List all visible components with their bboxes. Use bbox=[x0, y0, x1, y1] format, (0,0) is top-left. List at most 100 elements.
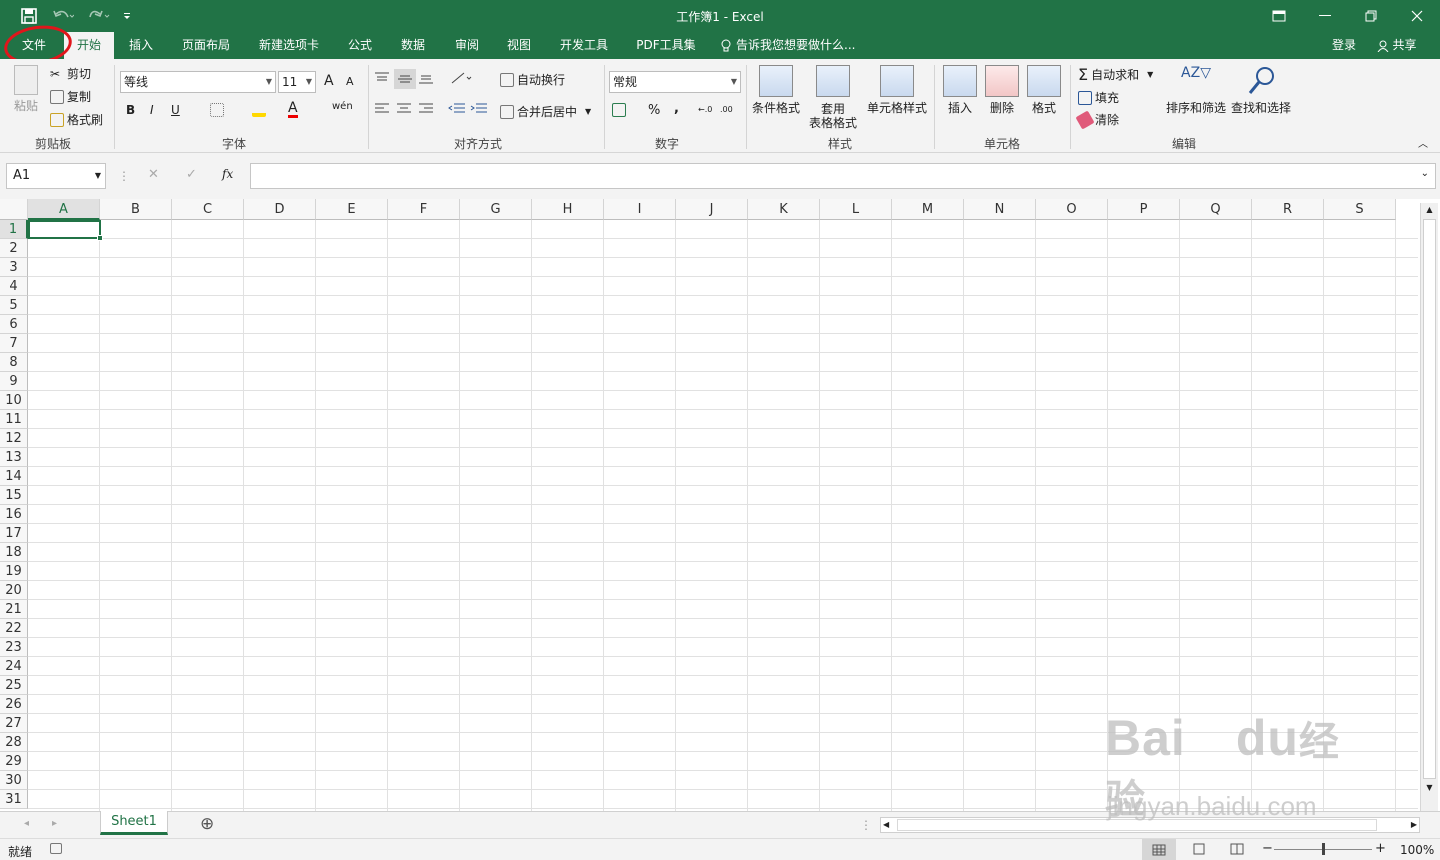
ribbon-display-options-icon[interactable] bbox=[1264, 5, 1294, 27]
row-header-24[interactable]: 24 bbox=[0, 657, 28, 676]
row-header-22[interactable]: 22 bbox=[0, 619, 28, 638]
conditional-format-button[interactable]: 条件格式 bbox=[750, 65, 802, 116]
align-bottom-icon[interactable] bbox=[418, 71, 434, 85]
column-header-p[interactable]: P bbox=[1108, 199, 1180, 220]
row-header-20[interactable]: 20 bbox=[0, 581, 28, 600]
sort-filter-button[interactable]: AZ▽ 排序和筛选 bbox=[1164, 65, 1228, 116]
orientation-icon[interactable] bbox=[450, 71, 472, 85]
format-cells-button[interactable]: 格式 bbox=[1026, 65, 1062, 116]
number-format-combo[interactable]: 常规 ▼ bbox=[609, 71, 741, 93]
column-header-b[interactable]: B bbox=[100, 199, 172, 220]
close-icon[interactable] bbox=[1402, 5, 1432, 27]
format-painter-button[interactable]: 格式刷 bbox=[50, 111, 103, 128]
row-header-15[interactable]: 15 bbox=[0, 486, 28, 505]
column-header-a[interactable]: A bbox=[28, 199, 100, 220]
row-header-21[interactable]: 21 bbox=[0, 600, 28, 619]
tab-developer[interactable]: 开发工具 bbox=[552, 32, 616, 59]
row-header-26[interactable]: 26 bbox=[0, 695, 28, 714]
column-header-n[interactable]: N bbox=[964, 199, 1036, 220]
copy-button[interactable]: 复制 bbox=[50, 88, 91, 105]
row-header-11[interactable]: 11 bbox=[0, 410, 28, 429]
tab-home[interactable]: 开始 bbox=[64, 32, 114, 59]
align-center-icon[interactable] bbox=[396, 103, 412, 115]
font-color-button[interactable]: A bbox=[288, 101, 298, 118]
restore-icon[interactable] bbox=[1356, 5, 1386, 27]
column-header-m[interactable]: M bbox=[892, 199, 964, 220]
decrease-indent-icon[interactable] bbox=[448, 103, 466, 115]
row-header-9[interactable]: 9 bbox=[0, 372, 28, 391]
bold-button[interactable]: B bbox=[126, 103, 135, 117]
paste-button[interactable]: 粘贴 bbox=[8, 65, 44, 114]
italic-button[interactable]: I bbox=[150, 103, 154, 117]
zoom-level[interactable]: 100% bbox=[1400, 843, 1434, 857]
column-header-o[interactable]: O bbox=[1036, 199, 1108, 220]
add-sheet-icon[interactable]: ⊕ bbox=[200, 814, 214, 834]
row-header-7[interactable]: 7 bbox=[0, 334, 28, 353]
cancel-icon[interactable]: ✕ bbox=[148, 167, 159, 182]
next-sheet-icon[interactable]: ▸ bbox=[52, 818, 57, 829]
row-header-10[interactable]: 10 bbox=[0, 391, 28, 410]
normal-view-icon[interactable] bbox=[1142, 839, 1176, 860]
page-layout-view-icon[interactable] bbox=[1192, 843, 1206, 855]
row-header-14[interactable]: 14 bbox=[0, 467, 28, 486]
autosum-button[interactable]: Σ 自动求和 ▼ bbox=[1078, 65, 1153, 84]
align-middle-icon[interactable] bbox=[394, 69, 416, 89]
fill-color-button[interactable] bbox=[252, 103, 269, 117]
split-handle-icon[interactable]: ⋮ bbox=[860, 818, 872, 832]
clear-button[interactable]: 清除 bbox=[1075, 109, 1119, 130]
scroll-right-icon[interactable]: ▶ bbox=[1411, 818, 1417, 832]
scroll-thumb[interactable] bbox=[1423, 219, 1436, 779]
row-header-27[interactable]: 27 bbox=[0, 714, 28, 733]
minimize-icon[interactable] bbox=[1310, 5, 1340, 27]
percent-button[interactable]: % bbox=[648, 103, 660, 118]
delete-cells-button[interactable]: 删除 bbox=[984, 65, 1020, 116]
prev-sheet-icon[interactable]: ◂ bbox=[24, 818, 29, 829]
page-break-view-icon[interactable] bbox=[1230, 843, 1244, 855]
tell-me-box[interactable]: 告诉我您想要做什么... bbox=[720, 32, 870, 59]
format-as-table-button[interactable]: 套用 表格格式 bbox=[804, 65, 862, 130]
sign-in-link[interactable]: 登录 bbox=[1326, 32, 1362, 59]
row-header-2[interactable]: 2 bbox=[0, 239, 28, 258]
column-header-i[interactable]: I bbox=[604, 199, 676, 220]
row-header-1[interactable]: 1 bbox=[0, 220, 28, 239]
scroll-down-icon[interactable]: ▼ bbox=[1421, 781, 1438, 795]
column-header-k[interactable]: K bbox=[748, 199, 820, 220]
insert-cells-button[interactable]: 插入 bbox=[942, 65, 978, 116]
fill-button[interactable]: 填充 bbox=[1078, 89, 1119, 106]
font-size-combo[interactable]: 11 ▼ bbox=[278, 71, 316, 93]
fill-handle[interactable] bbox=[97, 235, 103, 241]
insert-function-icon[interactable]: fx bbox=[222, 167, 233, 181]
tab-data[interactable]: 数据 bbox=[390, 32, 436, 59]
share-button[interactable]: 共享 bbox=[1370, 32, 1424, 59]
tab-review[interactable]: 审阅 bbox=[444, 32, 490, 59]
row-header-8[interactable]: 8 bbox=[0, 353, 28, 372]
increase-decimal-button[interactable]: ←.0 bbox=[698, 105, 712, 114]
column-header-h[interactable]: H bbox=[532, 199, 604, 220]
enter-icon[interactable]: ✓ bbox=[186, 167, 197, 182]
tab-view[interactable]: 视图 bbox=[496, 32, 542, 59]
merge-center-button[interactable]: 合并后居中 ▼ bbox=[500, 103, 591, 120]
macro-record-icon[interactable] bbox=[50, 843, 65, 854]
collapse-ribbon-icon[interactable]: ︿ bbox=[1418, 135, 1428, 150]
row-header-5[interactable]: 5 bbox=[0, 296, 28, 315]
tab-insert[interactable]: 插入 bbox=[118, 32, 164, 59]
select-all-corner[interactable] bbox=[0, 199, 28, 220]
find-select-button[interactable]: 查找和选择 bbox=[1230, 65, 1292, 116]
row-header-18[interactable]: 18 bbox=[0, 543, 28, 562]
underline-button[interactable]: U bbox=[171, 103, 180, 117]
row-header-29[interactable]: 29 bbox=[0, 752, 28, 771]
vertical-scrollbar[interactable]: ▲ ▼ bbox=[1420, 203, 1438, 811]
row-header-25[interactable]: 25 bbox=[0, 676, 28, 695]
align-left-icon[interactable] bbox=[374, 103, 390, 115]
align-right-icon[interactable] bbox=[418, 103, 434, 115]
borders-button[interactable] bbox=[210, 103, 227, 117]
align-top-icon[interactable] bbox=[374, 71, 390, 85]
tab-new[interactable]: 新建选项卡 bbox=[250, 32, 328, 59]
row-header-31[interactable]: 31 bbox=[0, 790, 28, 809]
expand-formula-icon[interactable]: ⌄ bbox=[1421, 168, 1429, 179]
row-header-12[interactable]: 12 bbox=[0, 429, 28, 448]
currency-format-button[interactable] bbox=[612, 103, 629, 117]
shrink-font-button[interactable]: A bbox=[346, 75, 354, 88]
row-header-30[interactable]: 30 bbox=[0, 771, 28, 790]
zoom-in-icon[interactable]: + bbox=[1375, 841, 1386, 856]
